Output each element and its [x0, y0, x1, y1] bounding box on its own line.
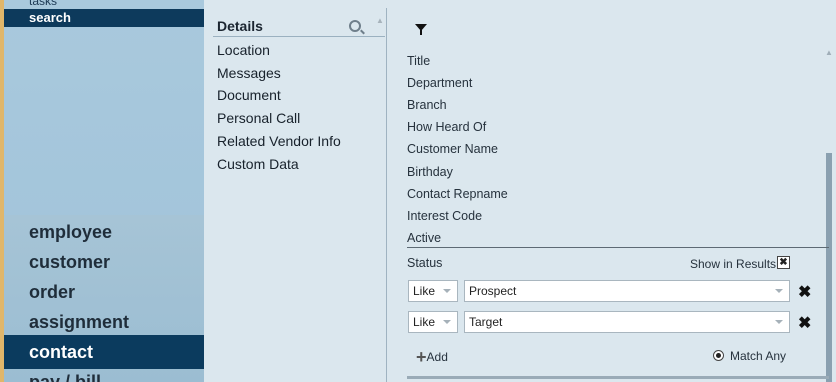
radio-icon — [713, 350, 724, 361]
field-active[interactable]: Active — [407, 231, 441, 245]
operator-value: Like — [413, 284, 436, 298]
detail-item-custom-data[interactable]: Custom Data — [217, 156, 299, 172]
show-in-results-checkbox[interactable]: ✖ — [777, 256, 790, 269]
detail-item-messages[interactable]: Messages — [217, 65, 281, 81]
chevron-down-icon — [443, 320, 451, 324]
show-in-results-label: Show in Results — [690, 257, 777, 271]
scroll-up-icon[interactable]: ▲ — [376, 16, 384, 25]
sidebar: tasks search employee customer order ass… — [4, 0, 204, 382]
match-any-radio[interactable]: Match Any — [713, 349, 786, 363]
detail-item-location[interactable]: Location — [217, 42, 270, 58]
detail-item-personal-call[interactable]: Personal Call — [217, 110, 300, 126]
add-condition-button[interactable]: +Add — [416, 347, 448, 368]
scroll-up-icon[interactable]: ▲ — [825, 48, 833, 57]
chevron-down-icon — [775, 320, 783, 324]
nav-item-order[interactable]: order — [4, 275, 204, 309]
nav-item-assignment[interactable]: assignment — [4, 305, 204, 339]
field-customer-name[interactable]: Customer Name — [407, 142, 498, 156]
sidebar-item-search[interactable]: search — [4, 9, 204, 27]
detail-item-document[interactable]: Document — [217, 87, 281, 103]
chevron-down-icon — [443, 289, 451, 293]
nav-item-contact[interactable]: contact — [4, 335, 204, 369]
detail-item-related-vendor-info[interactable]: Related Vendor Info — [217, 133, 341, 149]
add-label: Add — [426, 350, 448, 364]
operator-select[interactable]: Like — [408, 280, 458, 302]
operator-value: Like — [413, 315, 436, 329]
panel-divider — [386, 8, 387, 382]
remove-condition-icon[interactable]: ✖ — [798, 313, 811, 333]
operator-select[interactable]: Like — [408, 311, 458, 333]
value-text: Target — [469, 315, 503, 329]
value-select[interactable]: Prospect — [464, 280, 790, 302]
nav-block: employee customer order assignment conta… — [4, 215, 204, 382]
field-birthday[interactable]: Birthday — [407, 165, 453, 179]
value-text: Prospect — [469, 284, 517, 298]
plus-icon: + — [416, 347, 427, 367]
field-title[interactable]: Title — [407, 54, 430, 68]
filter-icon[interactable] — [415, 24, 427, 35]
field-department[interactable]: Department — [407, 76, 472, 90]
search-icon[interactable] — [349, 20, 361, 32]
separator — [407, 247, 829, 248]
remove-condition-icon[interactable]: ✖ — [798, 282, 811, 302]
field-interest-code[interactable]: Interest Code — [407, 209, 482, 223]
details-header: Details — [213, 14, 385, 37]
scrollbar[interactable] — [826, 153, 832, 382]
sidebar-item-tasks[interactable]: tasks — [29, 0, 57, 8]
match-any-label: Match Any — [730, 349, 787, 363]
nav-item-customer[interactable]: customer — [4, 245, 204, 279]
bottom-border — [407, 376, 829, 379]
value-select[interactable]: Target — [464, 311, 790, 333]
field-how-heard-of[interactable]: How Heard Of — [407, 120, 486, 134]
details-title: Details — [217, 18, 263, 34]
details-panel: Details — [213, 14, 385, 37]
field-branch[interactable]: Branch — [407, 98, 447, 112]
status-label: Status — [407, 256, 443, 270]
chevron-down-icon — [775, 289, 783, 293]
nav-item-pay-bill[interactable]: pay / bill — [4, 365, 204, 382]
field-contact-repname[interactable]: Contact Repname — [407, 187, 508, 201]
nav-item-employee[interactable]: employee — [4, 215, 204, 249]
